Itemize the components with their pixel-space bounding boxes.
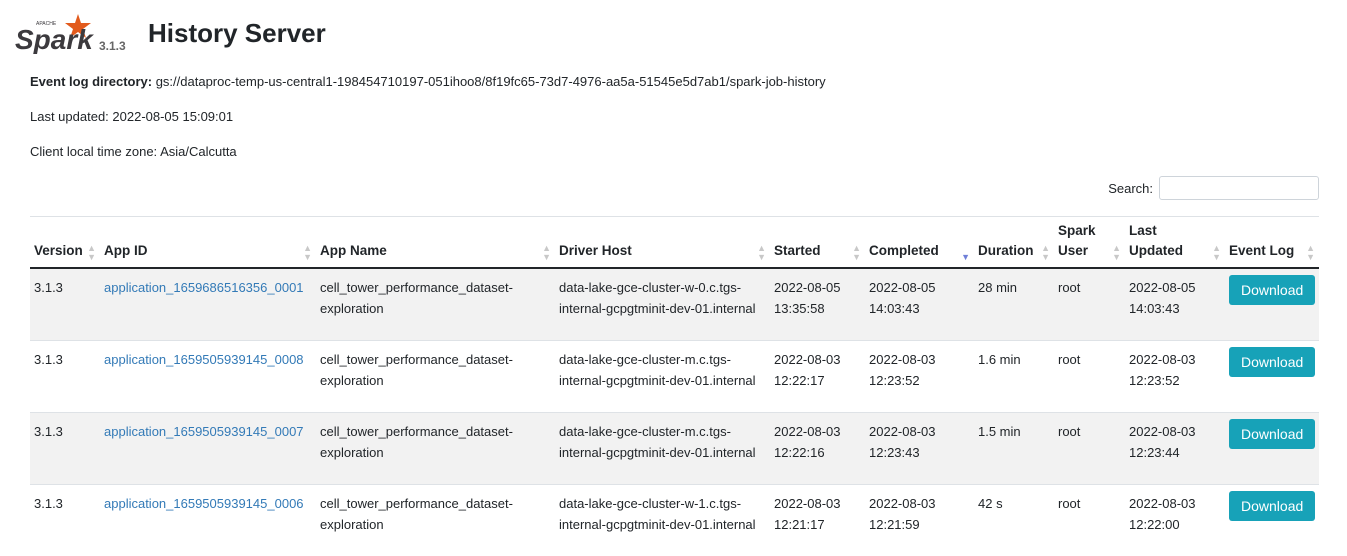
table-row: 3.1.3 application_1659505939145_0008 cel… xyxy=(30,339,1319,412)
cell-spark-user: root xyxy=(1054,267,1125,340)
app-id-link[interactable]: application_1659505939145_0006 xyxy=(104,496,304,511)
cell-version: 3.1.3 xyxy=(30,339,100,412)
cell-completed: 2022-08-03 12:23:52 xyxy=(865,339,974,412)
table-row: 3.1.3 application_1659686516356_0001 cel… xyxy=(30,267,1319,340)
table-row: 3.1.3 application_1659505939145_0006 cel… xyxy=(30,483,1319,556)
table-row: 3.1.3 application_1659505939145_0007 cel… xyxy=(30,411,1319,484)
column-label-line-1: Spark xyxy=(1058,223,1096,238)
cell-event-log: Download xyxy=(1225,339,1319,412)
app-id-link[interactable]: application_1659505939145_0008 xyxy=(104,352,304,367)
cell-last-updated: 2022-08-03 12:23:44 xyxy=(1125,411,1225,484)
last-updated: Last updated: 2022-08-05 15:09:01 xyxy=(30,109,234,124)
cell-started: 2022-08-03 12:22:16 xyxy=(770,411,865,484)
sort-icon: ▲ ▼ xyxy=(757,243,766,262)
download-button[interactable]: Download xyxy=(1229,346,1316,377)
sort-descending-icon: ▲▼ xyxy=(961,252,970,262)
cell-started: 2022-08-05 13:35:58 xyxy=(770,267,865,340)
sort-icon: ▲ ▼ xyxy=(1306,243,1315,262)
cell-last-updated: 2022-08-03 12:23:52 xyxy=(1125,339,1225,412)
sort-icon: ▲ ▼ xyxy=(542,243,551,262)
cell-duration: 28 min xyxy=(974,267,1054,340)
cell-event-log: Download xyxy=(1225,267,1319,340)
cell-last-updated: 2022-08-05 14:03:43 xyxy=(1125,267,1225,340)
page-title: History Server xyxy=(148,18,326,48)
column-label: Driver Host xyxy=(559,243,632,258)
sort-icon: ▲ ▼ xyxy=(303,243,312,262)
cell-completed: 2022-08-03 12:23:43 xyxy=(865,411,974,484)
column-label-line-1: Last xyxy=(1129,223,1157,238)
app-id-link[interactable]: application_1659505939145_0007 xyxy=(104,424,304,439)
cell-duration: 42 s xyxy=(974,483,1054,556)
event-log-value: gs://dataproc-temp-us-central1-198454710… xyxy=(155,74,826,89)
cell-event-log: Download xyxy=(1225,411,1319,484)
cell-spark-user: root xyxy=(1054,411,1125,484)
cell-event-log: Download xyxy=(1225,483,1319,556)
event-log-directory: Event log directory: gs://dataproc-temp-… xyxy=(30,74,826,89)
cell-duration: 1.5 min xyxy=(974,411,1054,484)
cell-app-id: application_1659505939145_0008 xyxy=(100,339,316,412)
column-header-version[interactable]: Version ▲ ▼ xyxy=(30,216,100,269)
cell-last-updated: 2022-08-03 12:22:00 xyxy=(1125,483,1225,556)
spark-version: 3.1.3 xyxy=(99,39,126,53)
column-header-app-id[interactable]: App ID ▲ ▼ xyxy=(100,216,316,269)
cell-spark-user: root xyxy=(1054,483,1125,556)
download-button[interactable]: Download xyxy=(1229,275,1316,305)
sort-icon: ▲ ▼ xyxy=(852,243,861,262)
column-label-line-2: User xyxy=(1058,243,1089,258)
column-label-line-2: Updated xyxy=(1129,243,1183,258)
cell-app-name: cell_tower_performance_dataset-explorati… xyxy=(316,483,555,556)
column-header-app-name[interactable]: App Name ▲ ▼ xyxy=(316,216,555,269)
column-label: Duration xyxy=(978,243,1034,258)
column-label: App ID xyxy=(104,243,148,258)
column-header-completed[interactable]: Completed ▲▼ xyxy=(865,216,974,269)
sort-icon: ▲ ▼ xyxy=(1041,243,1050,262)
sort-icon: ▲ ▼ xyxy=(1112,243,1121,262)
column-header-driver-host[interactable]: Driver Host ▲ ▼ xyxy=(555,216,770,269)
column-header-last-updated[interactable]: Last Updated ▲ ▼ xyxy=(1125,216,1225,269)
cell-driver-host: data-lake-gce-cluster-m.c.tgs-internal-g… xyxy=(555,411,770,484)
column-label: Version xyxy=(34,243,83,258)
cell-app-id: application_1659505939145_0007 xyxy=(100,411,316,484)
cell-version: 3.1.3 xyxy=(30,483,100,556)
search-input[interactable] xyxy=(1159,176,1319,200)
cell-app-name: cell_tower_performance_dataset-explorati… xyxy=(316,339,555,412)
download-button[interactable]: Download xyxy=(1229,490,1316,521)
logo-spark-text: Spark xyxy=(15,24,94,54)
cell-driver-host: data-lake-gce-cluster-w-1.c.tgs-internal… xyxy=(555,483,770,556)
cell-duration: 1.6 min xyxy=(974,339,1054,412)
search-label: Search: xyxy=(1108,180,1153,196)
column-header-started[interactable]: Started ▲ ▼ xyxy=(770,216,865,269)
table-header-row: Version ▲ ▼ App ID ▲ ▼ App Name ▲ ▼ Driver Hos… xyxy=(30,216,1319,269)
cell-app-name: cell_tower_performance_dataset-explorati… xyxy=(316,411,555,484)
cell-app-name: cell_tower_performance_dataset-explorati… xyxy=(316,267,555,340)
event-log-label: Event log directory: xyxy=(30,74,153,89)
column-header-event-log[interactable]: Event Log ▲ ▼ xyxy=(1225,216,1319,269)
column-label: App Name xyxy=(320,243,387,258)
column-header-duration[interactable]: Duration ▲ ▼ xyxy=(974,216,1054,269)
client-time-zone: Client local time zone: Asia/Calcutta xyxy=(30,144,237,159)
cell-app-id: application_1659505939145_0006 xyxy=(100,483,316,556)
sort-icon: ▲ ▼ xyxy=(1212,243,1221,262)
applications-table: Version ▲ ▼ App ID ▲ ▼ App Name ▲ ▼ Driver Hos… xyxy=(30,216,1319,556)
cell-driver-host: data-lake-gce-cluster-m.c.tgs-internal-g… xyxy=(555,339,770,412)
cell-version: 3.1.3 xyxy=(30,411,100,484)
download-button[interactable]: Download xyxy=(1229,418,1316,449)
cell-started: 2022-08-03 12:21:17 xyxy=(770,483,865,556)
app-id-link[interactable]: application_1659686516356_0001 xyxy=(104,280,304,295)
column-header-spark-user[interactable]: Spark User ▲ ▼ xyxy=(1054,216,1125,269)
spark-logo: APACHE Spark xyxy=(15,14,94,54)
sort-icon: ▲ ▼ xyxy=(87,243,96,262)
cell-completed: 2022-08-05 14:03:43 xyxy=(865,267,974,340)
column-label: Event Log xyxy=(1229,243,1295,258)
cell-spark-user: root xyxy=(1054,339,1125,412)
cell-started: 2022-08-03 12:22:17 xyxy=(770,339,865,412)
cell-completed: 2022-08-03 12:21:59 xyxy=(865,483,974,556)
cell-version: 3.1.3 xyxy=(30,267,100,340)
cell-driver-host: data-lake-gce-cluster-w-0.c.tgs-internal… xyxy=(555,267,770,340)
column-label: Started xyxy=(774,243,821,258)
search-area: Search: xyxy=(1108,176,1319,200)
column-label: Completed xyxy=(869,243,939,258)
cell-app-id: application_1659686516356_0001 xyxy=(100,267,316,340)
